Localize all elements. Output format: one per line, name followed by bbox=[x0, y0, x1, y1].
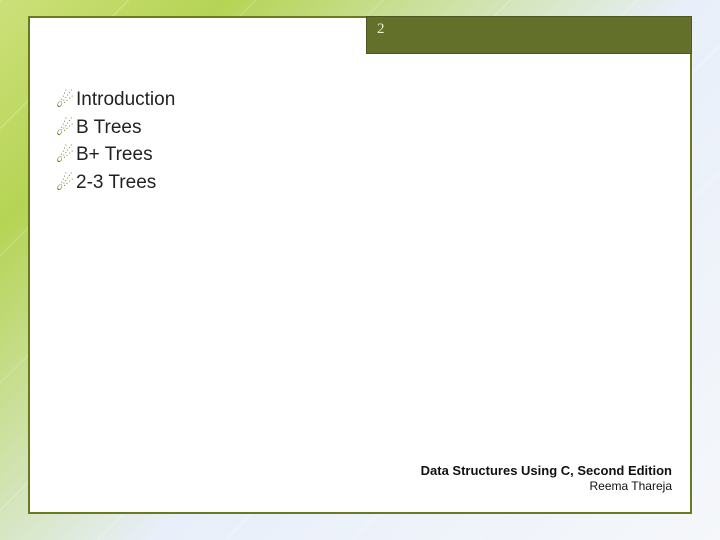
content-list: ☄ Introduction ☄ B Trees ☄ B+ Trees ☄ 2-… bbox=[56, 86, 664, 196]
bullet-icon: ☄ bbox=[56, 174, 74, 194]
list-item-label: 2-3 Trees bbox=[76, 169, 156, 197]
footer-author: Reema Thareja bbox=[421, 479, 672, 494]
list-item: ☄ 2-3 Trees bbox=[56, 169, 664, 197]
list-item: ☄ Introduction bbox=[56, 86, 664, 114]
bullet-icon: ☄ bbox=[56, 119, 74, 139]
footer: Data Structures Using C, Second Edition … bbox=[421, 463, 672, 494]
slide-frame: 2 ☄ Introduction ☄ B Trees ☄ B+ Trees ☄ … bbox=[28, 16, 692, 514]
bullet-icon: ☄ bbox=[56, 146, 74, 166]
list-item: ☄ B+ Trees bbox=[56, 141, 664, 169]
footer-title: Data Structures Using C, Second Edition bbox=[421, 463, 672, 479]
page-number-box: 2 bbox=[366, 16, 692, 54]
list-item-label: Introduction bbox=[76, 86, 175, 114]
bullet-icon: ☄ bbox=[56, 91, 74, 111]
list-item: ☄ B Trees bbox=[56, 114, 664, 142]
page-number: 2 bbox=[377, 21, 385, 37]
list-item-label: B+ Trees bbox=[76, 141, 153, 169]
list-item-label: B Trees bbox=[76, 114, 141, 142]
